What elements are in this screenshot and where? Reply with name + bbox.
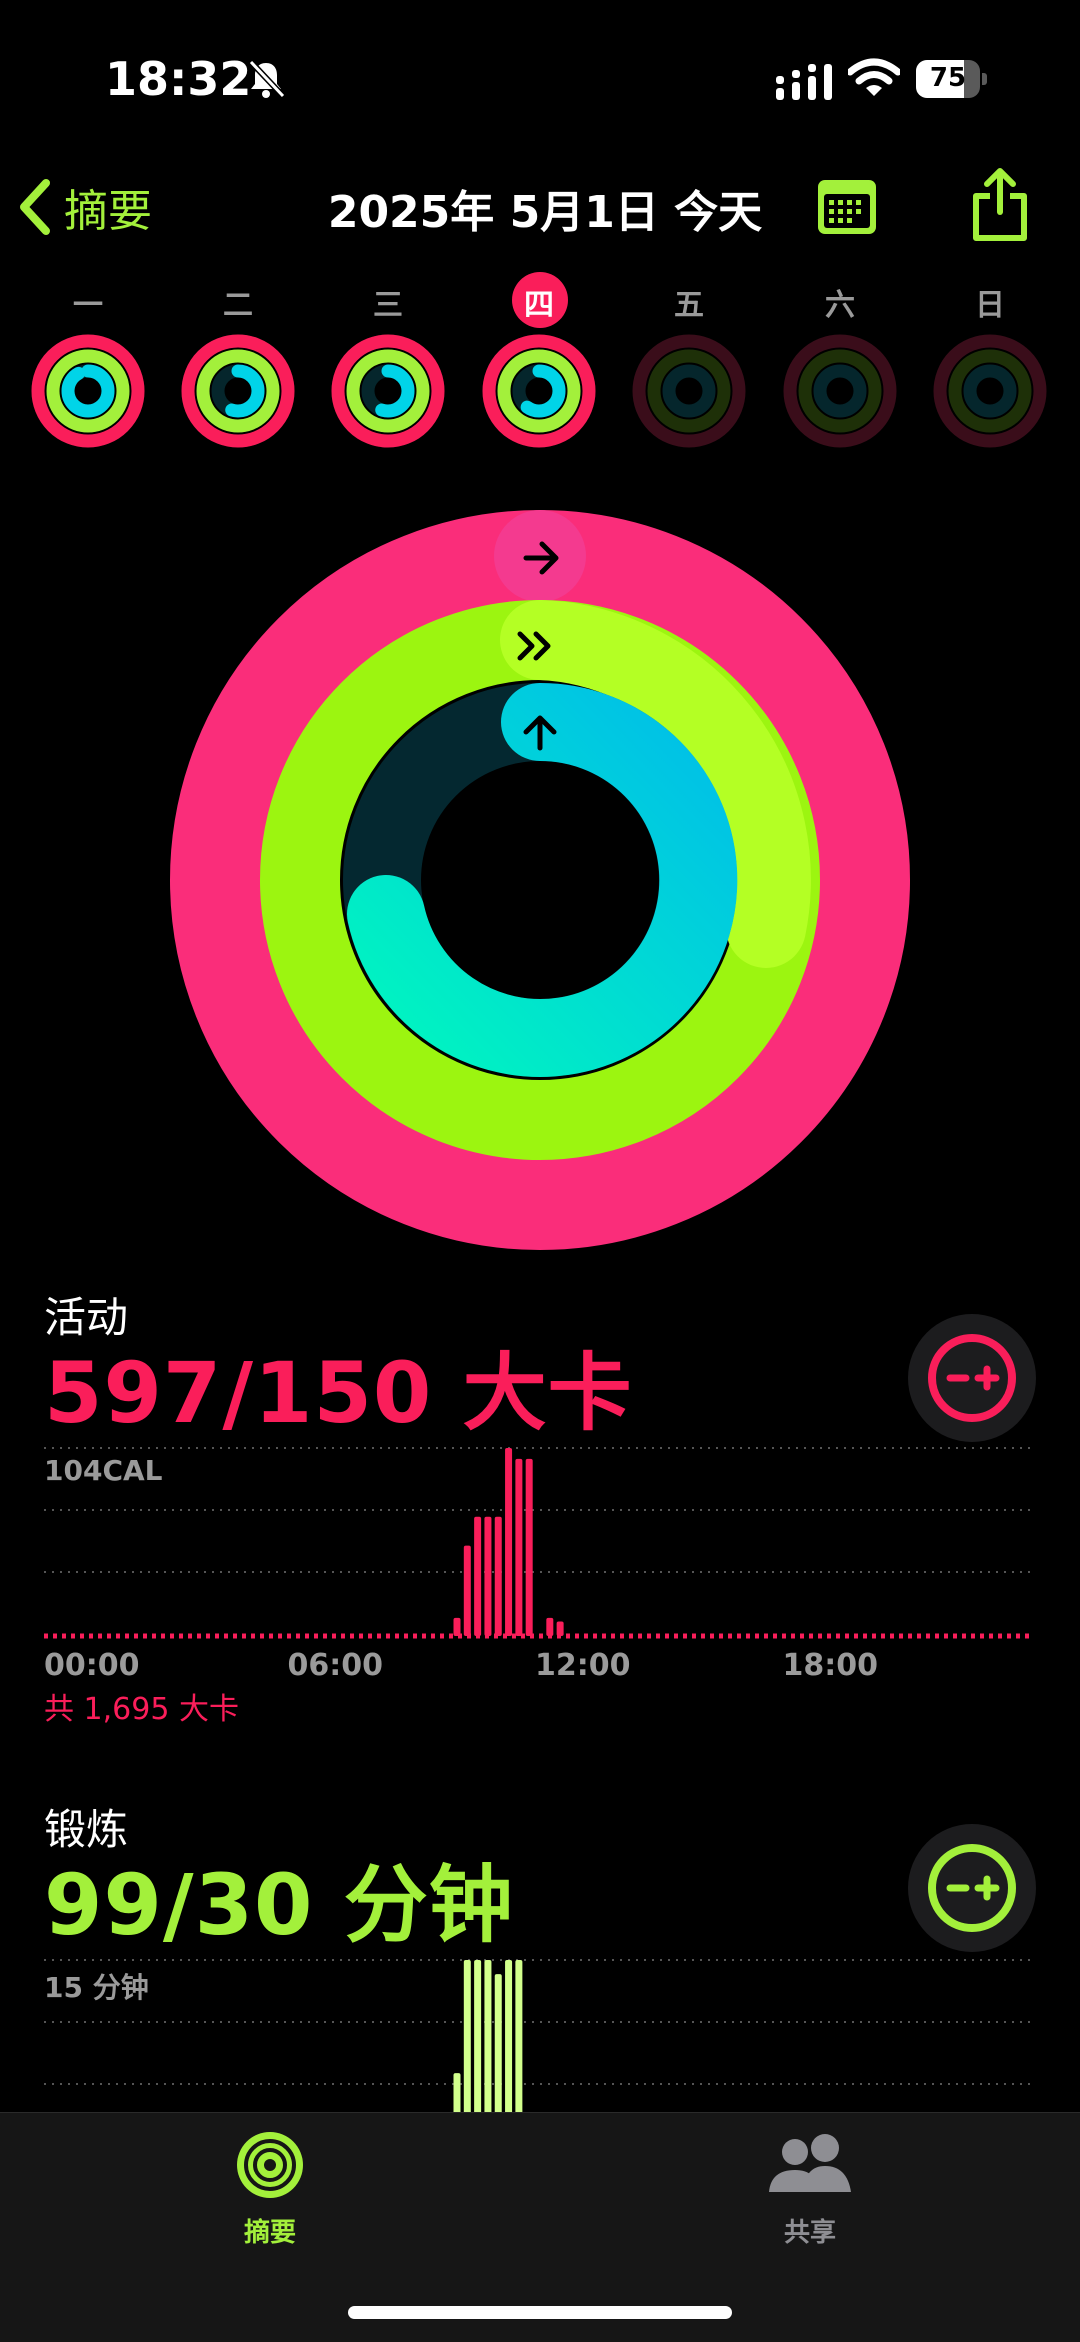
day-ring-1[interactable] (30, 333, 146, 449)
x-tick-label: 00:00 (44, 1648, 140, 1683)
activity-total: 共 1,695 大卡 (44, 1692, 239, 1727)
bell-muted-icon (248, 59, 286, 99)
day-ring-4[interactable] (481, 333, 597, 449)
day-ring-6[interactable] (782, 333, 898, 449)
activity-bar (505, 1448, 513, 1636)
activity-bar (556, 1621, 564, 1636)
tab-sharing-label: 共享 (783, 2218, 836, 2248)
status-time: 18:32 (105, 52, 252, 106)
day-label: 五 (674, 288, 704, 323)
exercise-bar (474, 1960, 482, 2112)
back-button[interactable]: 摘要 (18, 172, 152, 242)
exercise-bar (494, 1974, 502, 2112)
exercise-bar (463, 1960, 471, 2112)
x-tick-label: 18:00 (782, 1648, 879, 1683)
activity-chart (44, 1447, 1034, 1639)
exercise-chart (44, 1959, 1034, 2112)
exercise-value: 99/30 分钟 (44, 1856, 514, 1954)
exercise-bar (515, 1960, 523, 2112)
x-tick-label: 12:00 (535, 1648, 631, 1683)
activity-bar (494, 1516, 502, 1636)
share-button[interactable] (970, 168, 1030, 242)
day-label: 三 (373, 288, 403, 323)
battery-percent: 75 (929, 63, 967, 93)
page-title: 2025年 5月1日 今天 (327, 187, 763, 238)
adjust-move-goal-button[interactable] (908, 1314, 1036, 1442)
calendar-button[interactable] (816, 178, 878, 236)
day-label: 一 (73, 288, 103, 323)
tab-summary[interactable]: 摘要 (170, 2130, 370, 2249)
activity-value: 597/150 大卡 (44, 1344, 633, 1442)
activity-bar (463, 1545, 471, 1636)
chevron-left-icon (20, 179, 50, 235)
day-ring-7[interactable] (932, 333, 1048, 449)
activity-bar (525, 1458, 533, 1636)
wifi-icon (848, 58, 900, 96)
exercise-bar (484, 1960, 492, 2112)
activity-bar (546, 1617, 554, 1636)
activity-bar (453, 1617, 461, 1636)
day-ring-5[interactable] (631, 333, 747, 449)
adjust-exercise-goal-button[interactable] (908, 1824, 1036, 1952)
tab-summary-label: 摘要 (243, 2218, 296, 2248)
activity-bar (515, 1458, 523, 1636)
activity-bar (474, 1516, 482, 1636)
day-label: 六 (825, 288, 855, 323)
back-label: 摘要 (64, 186, 152, 237)
minus-plus-icon (928, 1334, 1016, 1422)
tab-sharing[interactable]: 共享 (710, 2130, 910, 2249)
activity-bar (484, 1516, 492, 1636)
minus-plus-icon (928, 1844, 1016, 1932)
day-ring-2[interactable] (180, 333, 296, 449)
activity-rings[interactable] (170, 510, 910, 1250)
activity-rings-icon (237, 2132, 303, 2198)
home-indicator (348, 2306, 732, 2319)
cellular-signal-icon (776, 64, 832, 100)
x-tick-label: 06:00 (287, 1648, 384, 1683)
day-label: 日 (975, 288, 1005, 323)
day-label: 二 (223, 288, 253, 323)
exercise-bar (453, 2073, 461, 2112)
exercise-bar (505, 1960, 513, 2112)
day-label: 四 (524, 288, 554, 323)
people-icon (769, 2134, 851, 2192)
day-ring-3[interactable] (330, 333, 446, 449)
battery-indicator: 75 (916, 60, 990, 100)
